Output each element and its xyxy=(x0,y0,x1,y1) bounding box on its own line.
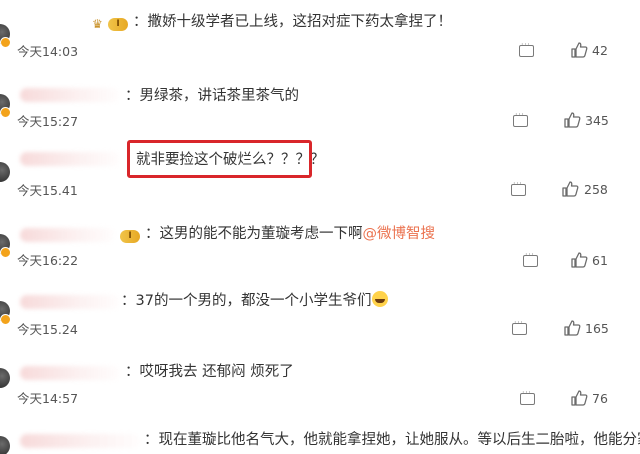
avatar[interactable] xyxy=(0,24,11,48)
like-icon[interactable] xyxy=(570,251,588,269)
comment-time: 今天16:22 xyxy=(17,253,79,268)
reply-icon[interactable] xyxy=(520,388,535,405)
username-blurred[interactable] xyxy=(20,295,120,309)
like-count: 165 xyxy=(585,321,609,336)
like-icon[interactable] xyxy=(561,180,579,198)
username-blurred[interactable] xyxy=(20,366,120,380)
crown-icon: ♛ xyxy=(92,17,103,31)
reply-icon[interactable] xyxy=(523,250,538,267)
user-badge: I xyxy=(118,228,140,244)
level-badge: I xyxy=(108,17,128,31)
comment-text: ：撒娇十级学者已上线，这招对症下药太拿捏了！ xyxy=(133,14,452,30)
comment-text-body: ：这男的能不能为董璇考虑一下啊 xyxy=(145,226,363,242)
username-blurred[interactable] xyxy=(20,88,120,102)
level-badge: I xyxy=(120,229,140,243)
avatar[interactable] xyxy=(0,301,11,325)
avatar[interactable] xyxy=(0,234,11,258)
comment-text: ：37的一个男的，都没一个小学生爷们 xyxy=(121,291,389,311)
comment-time: 今天15:27 xyxy=(17,114,79,129)
reply-icon[interactable] xyxy=(512,318,527,335)
avatar[interactable] xyxy=(0,94,11,118)
like-count: 345 xyxy=(585,113,609,128)
like-icon[interactable] xyxy=(563,111,581,129)
laughing-emoji-icon xyxy=(372,291,389,307)
reply-icon[interactable] xyxy=(513,110,528,127)
user-badge: ♛ I xyxy=(92,16,128,32)
comment-text: ：哎呀我去 还郁闷 烦死了 xyxy=(125,364,294,380)
highlight-box xyxy=(127,140,312,178)
like-icon[interactable] xyxy=(570,41,588,59)
avatar[interactable] xyxy=(0,368,10,388)
comment-time: 今天15.41 xyxy=(17,183,78,198)
comment-text: ：这男的能不能为董璇考虑一下啊@微博智搜 xyxy=(145,224,435,244)
comment-time: 今天15.24 xyxy=(17,322,78,337)
like-icon[interactable] xyxy=(563,319,581,337)
like-count: 42 xyxy=(592,43,608,58)
reply-icon[interactable] xyxy=(519,40,534,57)
verified-badge-icon xyxy=(0,314,11,325)
avatar[interactable] xyxy=(0,436,10,454)
verified-badge-icon xyxy=(0,247,11,258)
comment-time: 今天14:57 xyxy=(17,391,79,406)
comment-text-body: ：37的一个男的，都没一个小学生爷们 xyxy=(121,293,372,309)
username-blurred[interactable] xyxy=(20,228,115,242)
like-count: 61 xyxy=(592,253,608,268)
reply-icon[interactable] xyxy=(511,179,526,196)
comment-feed: ♛ I ：撒娇十级学者已上线，这招对症下药太拿捏了！ 今天14:03 42 ：男… xyxy=(0,0,640,454)
username-blurred[interactable] xyxy=(20,434,140,448)
verified-badge-icon xyxy=(0,107,11,118)
username-blurred[interactable] xyxy=(20,152,120,166)
avatar[interactable] xyxy=(0,162,10,182)
like-icon[interactable] xyxy=(570,389,588,407)
comment-text: ：现在董璇比他名气大，他就能拿捏她，让她服从。等以后生二胎啦，他能分家产 xyxy=(144,432,640,448)
like-count: 258 xyxy=(584,182,608,197)
like-count: 76 xyxy=(592,391,608,406)
comment-time: 今天14:03 xyxy=(17,44,79,59)
mention-link[interactable]: @微博智搜 xyxy=(363,226,436,242)
comment-text: ：男绿茶，讲话茶里茶气的 xyxy=(125,88,299,104)
verified-badge-icon xyxy=(0,37,11,48)
